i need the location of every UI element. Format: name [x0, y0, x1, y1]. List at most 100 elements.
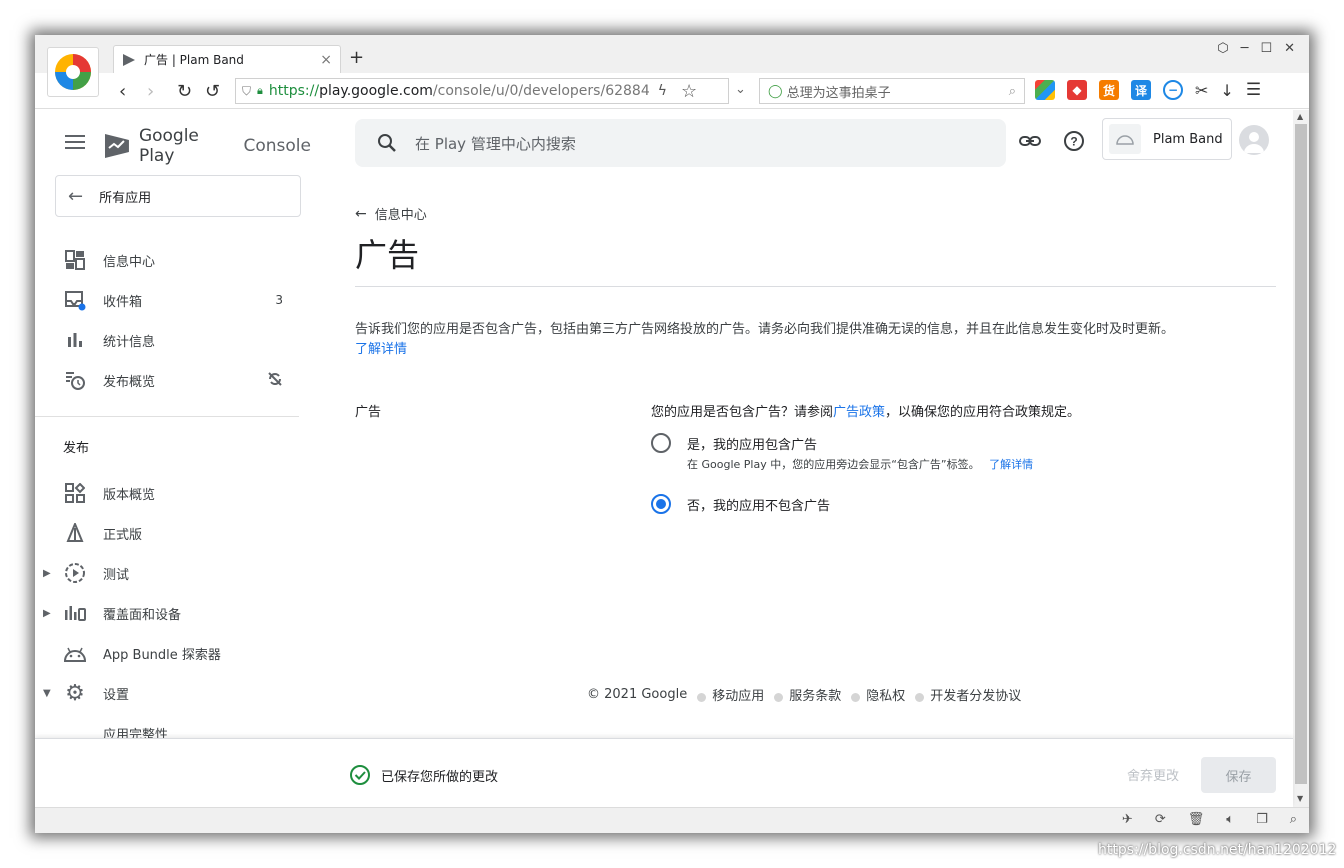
lock-icon: 🔒︎	[257, 84, 263, 97]
testing-icon	[63, 561, 87, 585]
zoom-icon[interactable]: ⌕	[1290, 812, 1297, 827]
gear-icon: ⚙	[65, 680, 85, 706]
save-button[interactable]: 保存	[1201, 757, 1276, 793]
sidebar-item-dashboard[interactable]: 信息中心	[35, 240, 311, 280]
expand-caret-icon[interactable]: ▶	[43, 568, 51, 579]
browser-window: 广告 | Plam Band × + ⬡ ─ ☐ ✕ ‹ › ↻ ↺ ⛉ 🔒︎ …	[35, 35, 1309, 833]
price-ext-icon[interactable]: 货	[1099, 80, 1119, 100]
browser-tab[interactable]: 广告 | Plam Band ×	[113, 45, 341, 73]
footer-link-terms[interactable]: 服务条款	[789, 685, 841, 704]
learn-more-link[interactable]: 了解详情	[355, 338, 407, 357]
undo-icon[interactable]: ↺	[205, 81, 220, 102]
saved-status-text: 已保存您所做的更改	[381, 769, 499, 785]
sidebar-section-release: 发布	[63, 441, 90, 456]
radio-contains-ads[interactable]	[651, 433, 671, 453]
sidebar-item-label: 测试	[103, 567, 130, 583]
flash-icon[interactable]: ϟ	[658, 83, 667, 99]
skin-icon[interactable]: ⬡	[1217, 41, 1228, 56]
pin-icon[interactable]: ✈	[1122, 812, 1133, 827]
breadcrumb[interactable]: ← 信息中心	[355, 204, 427, 224]
discard-changes-button[interactable]: 舍弃更改	[1127, 765, 1179, 784]
download-icon[interactable]: ↓	[1220, 81, 1233, 100]
brand-console: Console	[243, 136, 312, 156]
scissors-icon[interactable]: ✂	[1195, 81, 1208, 100]
console-search-input[interactable]: 在 Play 管理中心内搜索	[355, 119, 1006, 167]
sidebar-item-statistics[interactable]: 统计信息	[35, 320, 311, 360]
sidebar-item-testing[interactable]: ▶ 测试	[35, 553, 311, 593]
link-icon[interactable]	[1019, 130, 1041, 152]
page-description: 告诉我们您的应用是否包含广告，包括由第三方广告网络投放的广告。请务必向我们提供准…	[355, 322, 1175, 337]
svg-text:?: ?	[1070, 135, 1077, 149]
footer-copyright: © 2021 Google	[587, 687, 688, 702]
close-window-icon[interactable]: ✕	[1284, 41, 1295, 56]
dropdown-chevron-icon[interactable]: ⌄	[735, 82, 746, 97]
help-icon[interactable]: ?	[1063, 130, 1085, 152]
option-yes-label[interactable]: 是，我的应用包含广告	[687, 434, 817, 453]
star-icon[interactable]: ☆	[681, 81, 697, 102]
address-bar: ‹ › ↻ ↺ ⛉ 🔒︎ https:// play.google.com /c…	[35, 73, 1309, 109]
scroll-up-icon[interactable]: ▲	[1297, 112, 1303, 121]
scroll-down-icon[interactable]: ▼	[1297, 794, 1303, 803]
trash-icon[interactable]: 🗑︎	[1188, 812, 1205, 827]
magnifier-icon[interactable]: ⌕	[1009, 84, 1016, 99]
title-divider	[355, 286, 1276, 287]
volume-icon[interactable]: 🔈︎	[1226, 812, 1234, 827]
shield-icon: ⛉	[242, 83, 252, 98]
page-scrollbar[interactable]: ▲ ▼	[1293, 110, 1309, 807]
sidebar-item-app-integrity[interactable]: 应用完整性	[35, 713, 311, 739]
back-icon[interactable]: ‹	[119, 81, 126, 102]
window-icon[interactable]: ❐	[1256, 812, 1268, 827]
expand-caret-icon[interactable]: ▶	[43, 608, 51, 619]
reload-icon[interactable]: ↻	[177, 81, 192, 102]
footer-link-privacy[interactable]: 隐私权	[866, 685, 905, 704]
maximize-icon[interactable]: ☐	[1260, 41, 1272, 56]
minimize-icon[interactable]: ─	[1241, 41, 1249, 56]
menu-icon[interactable]: ☰	[1246, 80, 1261, 100]
footer-link-mobile-app[interactable]: 移动应用	[712, 685, 764, 704]
page-content: Google Play Console ← 所有应用 信息中心 收件箱 3 统计…	[35, 110, 1293, 738]
publishing-overview-icon	[63, 368, 87, 392]
google-play-console-logo[interactable]: Google Play Console	[103, 126, 311, 166]
app-switcher[interactable]: Plam Band	[1102, 118, 1232, 160]
dashboard-icon	[63, 248, 87, 272]
collapse-caret-icon[interactable]: ▼	[43, 688, 51, 699]
browser-logo[interactable]	[47, 47, 99, 97]
android-bundle-icon	[63, 641, 87, 665]
sidebar-item-inbox[interactable]: 收件箱 3	[35, 280, 311, 320]
sidebar-item-publishing-overview[interactable]: 发布概览	[35, 360, 311, 400]
play-console-logo-icon	[104, 134, 129, 158]
radio-no-ads[interactable]	[651, 494, 671, 514]
sidebar-item-label: 信息中心	[103, 254, 156, 270]
all-apps-label: 所有应用	[99, 190, 152, 206]
apps-grid-icon[interactable]	[1035, 80, 1055, 100]
tab-bar: 广告 | Plam Band × + ⬡ ─ ☐ ✕	[35, 35, 1309, 73]
scrollbar-thumb[interactable]	[1295, 124, 1307, 784]
footer-link-ddaa[interactable]: 开发者分发协议	[930, 685, 1021, 704]
footer-separator	[915, 693, 925, 702]
sidebar-item-label: 统计信息	[103, 334, 156, 350]
all-apps-button[interactable]: ← 所有应用	[55, 175, 301, 217]
sidebar-item-settings[interactable]: ▼ ⚙ 设置	[35, 673, 311, 713]
sidebar-item-reach-devices[interactable]: ▶ 覆盖面和设备	[35, 593, 311, 633]
hamburger-menu-icon[interactable]	[65, 135, 85, 153]
option-yes-learn-more-link[interactable]: 了解详情	[989, 458, 1033, 471]
new-tab-button[interactable]: +	[349, 47, 364, 68]
accelerate-icon[interactable]: ⟳	[1155, 812, 1166, 827]
option-no-label[interactable]: 否，我的应用不包含广告	[687, 495, 830, 514]
translate-ext-icon[interactable]: 译	[1131, 80, 1151, 100]
avatar[interactable]	[1239, 125, 1269, 155]
bar-chart-icon	[63, 328, 87, 352]
ads-policy-link[interactable]: 广告政策	[833, 405, 885, 420]
minus-circle-icon[interactable]: −	[1163, 80, 1183, 100]
browser-status-bar: ✈ ⟳ 🗑︎ 🔈︎ ❐ ⌕	[35, 807, 1309, 833]
tab-close-icon[interactable]: ×	[320, 52, 332, 68]
url-field[interactable]: ⛉ 🔒︎ https:// play.google.com /console/u…	[235, 78, 729, 104]
question-suffix: ，以确保您的应用符合政策规定。	[885, 405, 1081, 420]
forward-icon[interactable]: ›	[147, 81, 154, 102]
sidebar-item-label: App Bundle 探索器	[103, 647, 221, 663]
browser-search-input[interactable]: ◯ 总理为这事拍桌子 ⌕	[759, 78, 1025, 104]
sidebar-item-releases-overview[interactable]: 版本概览	[35, 473, 311, 513]
sidebar-item-app-bundle-explorer[interactable]: App Bundle 探索器	[35, 633, 311, 673]
sidebar-item-production[interactable]: 正式版	[35, 513, 311, 553]
game-icon[interactable]: ◆	[1067, 80, 1087, 100]
